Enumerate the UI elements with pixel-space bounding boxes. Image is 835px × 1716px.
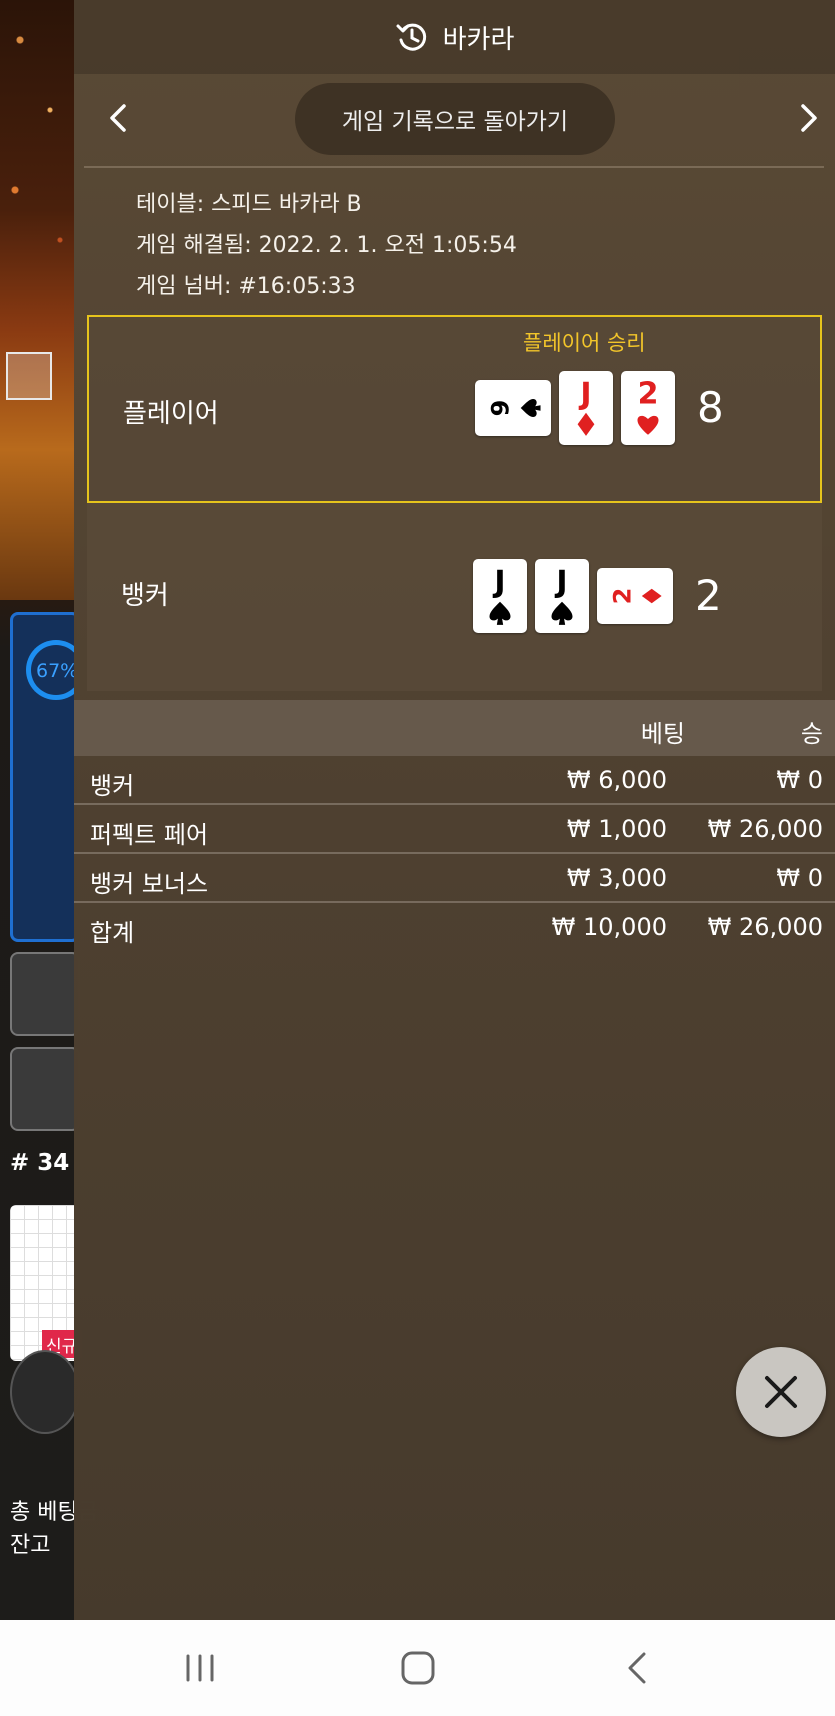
panel-title: 바카라 xyxy=(442,24,515,55)
player-score: 8 xyxy=(697,383,724,432)
resolved-time: 게임 해결됨: 2022. 2. 1. 오전 1:05:54 xyxy=(136,233,517,258)
playing-card: J xyxy=(559,371,613,445)
bet-amount: ₩ 6,000 xyxy=(566,766,667,794)
card-rank: 2 xyxy=(608,588,636,605)
recent-apps-icon[interactable] xyxy=(180,1648,220,1688)
banker-score: 2 xyxy=(695,571,722,620)
playing-card: J xyxy=(535,559,589,633)
bets-header: 베팅 승 xyxy=(74,700,835,756)
spade-suit-icon xyxy=(551,601,573,625)
percent-label: 67% xyxy=(36,660,79,682)
spade-suit-icon xyxy=(520,398,541,418)
bet-spot-button[interactable] xyxy=(10,1047,80,1131)
card-rank: J xyxy=(578,377,591,412)
table-name: 테이블: 스피드 바카라 B xyxy=(136,192,362,217)
heart-suit-icon xyxy=(637,415,659,435)
bet-row: 퍼펙트 페어 ₩ 1,000 ₩ 26,000 xyxy=(74,805,835,854)
chevron-left-icon[interactable] xyxy=(98,98,138,138)
card-rank: 2 xyxy=(638,377,659,412)
diamond-suit-icon xyxy=(577,412,595,436)
banker-cards: J J 2 xyxy=(473,559,673,633)
spade-suit-icon xyxy=(489,601,511,625)
chip-stack-button[interactable] xyxy=(10,1350,80,1434)
divider xyxy=(84,166,824,168)
bet-name: 퍼펙트 페어 xyxy=(90,821,209,849)
game-info: 테이블: 스피드 바카라 B 게임 해결됨: 2022. 2. 1. 오전 1:… xyxy=(136,184,517,307)
dealer-video-scene xyxy=(0,0,80,600)
game-history-panel: 바카라 게임 기록으로 돌아가기 테이블: 스피드 바카라 B 게임 해결됨: … xyxy=(74,0,835,1620)
close-icon xyxy=(765,1376,797,1408)
diamond-suit-icon xyxy=(641,588,662,604)
game-number: 게임 넘버: #16:05:33 xyxy=(136,274,356,299)
bet-row: 뱅커 보너스 ₩ 3,000 ₩ 0 xyxy=(74,854,835,903)
playing-card: 2 xyxy=(597,568,673,624)
bet-row: 뱅커 ₩ 6,000 ₩ 0 xyxy=(74,756,835,805)
win-amount: ₩ 0 xyxy=(776,864,823,892)
card-rank: J xyxy=(492,565,505,600)
round-number: # 34 xyxy=(10,1150,70,1176)
banker-hand: 뱅커 J J 2 2 xyxy=(87,503,822,691)
player-hand: 플레이어 승리 플레이어 9 J 2 8 xyxy=(87,315,822,503)
home-icon[interactable] xyxy=(398,1648,438,1688)
win-amount: ₩ 26,000 xyxy=(707,815,823,843)
banker-label: 뱅커 xyxy=(121,581,169,611)
bet-amount: ₩ 1,000 xyxy=(566,815,667,843)
back-to-history-button[interactable]: 게임 기록으로 돌아가기 xyxy=(295,83,615,155)
history-icon xyxy=(396,23,426,51)
player-cards: 9 J 2 xyxy=(475,371,675,445)
bet-amount: ₩ 3,000 xyxy=(566,864,667,892)
bet-name: 뱅커 xyxy=(90,772,135,800)
bets-table: 베팅 승 뱅커 ₩ 6,000 ₩ 0 퍼펙트 페어 ₩ 1,000 ₩ 26,… xyxy=(74,700,835,952)
win-amount: ₩ 0 xyxy=(776,766,823,794)
bet-spot-button[interactable] xyxy=(10,952,80,1036)
total-row: 합계 ₩ 10,000 ₩ 26,000 xyxy=(74,903,835,952)
system-nav-bar xyxy=(0,1620,835,1716)
back-icon[interactable] xyxy=(618,1648,658,1688)
chevron-right-icon[interactable] xyxy=(789,98,829,138)
total-label: 합계 xyxy=(90,919,135,947)
playing-card: 9 xyxy=(475,380,551,436)
card-rank: 9 xyxy=(486,400,514,417)
player-label: 플레이어 xyxy=(123,399,219,429)
history-nav-row: 게임 기록으로 돌아가기 xyxy=(74,78,835,160)
playing-card: J xyxy=(473,559,527,633)
total-win: ₩ 26,000 xyxy=(707,913,823,941)
total-bet: ₩ 10,000 xyxy=(551,913,667,941)
panel-header: 바카라 xyxy=(74,0,835,74)
card-shoe-box xyxy=(6,352,52,400)
bet-name: 뱅커 보너스 xyxy=(90,870,209,898)
close-button[interactable] xyxy=(736,1347,826,1437)
player-win-label: 플레이어 승리 xyxy=(523,331,646,355)
win-column-header: 승 xyxy=(800,720,823,748)
card-rank: J xyxy=(554,565,567,600)
playing-card: 2 xyxy=(621,371,675,445)
bet-column-header: 베팅 xyxy=(640,720,685,748)
